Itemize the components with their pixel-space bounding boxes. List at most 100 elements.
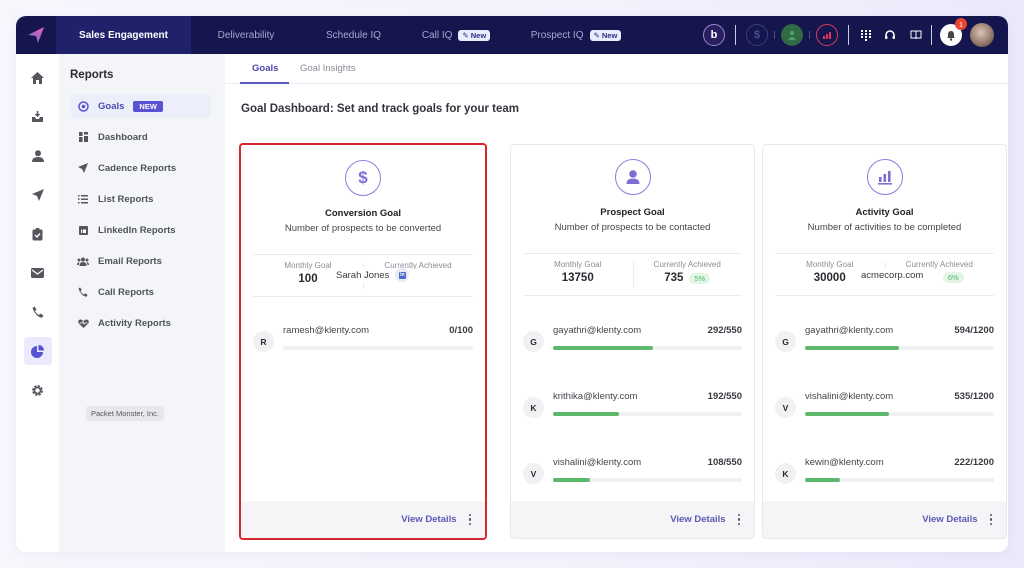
klenty-logo-icon[interactable]: [16, 16, 56, 54]
member-row[interactable]: Kkrithika@klenty.com 192/550: [523, 391, 742, 431]
tab-deliverability[interactable]: Deliverability: [191, 16, 301, 54]
sidebar-item-email-reports[interactable]: Email Reports: [71, 249, 211, 273]
member-avatar: V: [523, 463, 544, 484]
domain-tag: acmecorp.com: [858, 270, 927, 281]
goal-card-activity[interactable]: Activity Goal Number of activities to be…: [762, 144, 1007, 539]
member-row[interactable]: Vvishalini@klenty.com 108/550: [523, 457, 742, 497]
tab-goal-insights[interactable]: Goal Insights: [300, 63, 355, 74]
member-row[interactable]: Ggayathri@klenty.com 594/1200: [775, 325, 994, 365]
reports-icon[interactable]: [23, 337, 52, 365]
calls-icon[interactable]: [24, 298, 52, 326]
member-row[interactable]: Rramesh@klenty.com 0/100: [253, 325, 473, 365]
dollar-icon[interactable]: $: [746, 24, 768, 46]
progress-track: [805, 412, 994, 416]
sidebar-item-label: Cadence Reports: [98, 162, 177, 174]
tab-prospect-iq[interactable]: Prospect IQ ✎ New: [506, 16, 646, 54]
view-details-link[interactable]: View Details: [670, 514, 725, 525]
achieved-percent-badge: 6%: [942, 272, 964, 283]
goal-card-conversion[interactable]: $ Conversion Goal Number of prospects to…: [239, 143, 487, 540]
sidebar-item-dashboard[interactable]: Dashboard: [71, 125, 211, 149]
notifications-button[interactable]: 1: [940, 18, 967, 46]
sidebar-item-list-reports[interactable]: List Reports: [71, 187, 211, 211]
sidebar-item-call-reports[interactable]: Call Reports: [71, 280, 211, 304]
member-row[interactable]: Ggayathri@klenty.com 292/550: [523, 325, 742, 365]
view-details-link[interactable]: View Details: [922, 514, 977, 525]
goal-title: Prospect Goal: [600, 207, 665, 218]
cadence-icon[interactable]: [24, 181, 52, 209]
goal-stats: Monthly Goal 13750 Currently Achieved 73…: [523, 253, 742, 296]
goal-title: Conversion Goal: [324, 208, 401, 219]
inbox-icon[interactable]: [24, 103, 52, 131]
chart-icon[interactable]: [816, 24, 838, 46]
tab-call-iq[interactable]: Call IQ ✎ New: [406, 16, 506, 54]
tab-schedule-iq[interactable]: Schedule IQ: [301, 16, 406, 54]
progress-fill: [805, 346, 899, 350]
tab-label: Call IQ: [421, 29, 453, 41]
tab-label: Deliverability: [217, 29, 275, 41]
tasks-icon[interactable]: [24, 220, 52, 248]
progress-track: [553, 412, 742, 416]
sidebar-item-label: Activity Reports: [98, 317, 171, 329]
member-email: krithika@klenty.com: [553, 391, 638, 402]
member-progress-count: 292/550: [707, 325, 742, 336]
member-avatar: V: [775, 397, 796, 418]
organization-chip: Packet Monster, Inc.: [86, 406, 164, 421]
headset-icon[interactable]: [875, 29, 905, 41]
member-row[interactable]: Kkewin@klenty.com 222/1200: [775, 457, 994, 497]
achieved-value: 735: [664, 272, 684, 284]
linkedin-icon: in: [395, 268, 410, 282]
card-footer: View Details: [511, 501, 754, 538]
member-row[interactable]: Vvishalini@klenty.com 535/1200: [775, 391, 994, 431]
domain-name: acmecorp.com: [861, 270, 924, 281]
monthly-goal-value: 100: [298, 273, 318, 285]
tab-label: Prospect IQ: [530, 29, 584, 41]
divider: [774, 31, 775, 39]
goal-description: Number of prospects to be contacted: [554, 222, 711, 233]
member-avatar: K: [775, 463, 796, 484]
sidebar-item-linkedin-reports[interactable]: LinkedIn Reports: [71, 218, 211, 242]
progress-fill: [805, 478, 840, 482]
user-icon[interactable]: [781, 24, 803, 46]
member-progress-count: 222/1200: [954, 457, 994, 468]
more-options-icon[interactable]: [989, 513, 992, 526]
settings-icon[interactable]: [24, 376, 52, 404]
more-options-icon[interactable]: [737, 513, 740, 526]
monthly-goal-label: Monthly Goal: [554, 260, 602, 269]
divider: [931, 25, 932, 45]
sidebar-item-activity-reports[interactable]: Activity Reports: [71, 311, 211, 335]
new-badge: NEW: [133, 100, 163, 112]
page-title: Goal Dashboard: Set and track goals for …: [241, 103, 519, 115]
email-icon[interactable]: [24, 259, 52, 287]
avatar[interactable]: [970, 23, 994, 47]
active-tab-indicator: [240, 82, 289, 84]
user-icon: [614, 159, 651, 195]
progress-fill: [553, 478, 591, 482]
member-email: gayathri@klenty.com: [805, 325, 894, 336]
playbook-icon[interactable]: b: [703, 24, 725, 46]
monthly-goal-label: Monthly Goal: [806, 260, 854, 269]
more-options-icon[interactable]: [468, 513, 471, 526]
progress-track: [553, 346, 742, 350]
heartbeat-icon: [77, 318, 89, 328]
sidebar-item-goals[interactable]: Goals NEW: [71, 94, 211, 118]
goal-card-prospect[interactable]: Prospect Goal Number of prospects to be …: [510, 144, 755, 539]
divider: [809, 31, 810, 39]
book-icon[interactable]: [905, 30, 927, 40]
view-details-link[interactable]: View Details: [401, 514, 456, 525]
dollar-icon: $: [345, 160, 381, 196]
dialpad-icon[interactable]: [857, 29, 875, 41]
target-icon: [77, 100, 89, 112]
member-progress-count: 535/1200: [954, 391, 994, 402]
bell-icon: [947, 30, 955, 41]
bar-chart-icon: [866, 159, 903, 195]
sidebar-item-cadence-reports[interactable]: Cadence Reports: [71, 156, 211, 180]
sidebar-item-label: Goals: [98, 100, 125, 112]
tab-sales-engagement[interactable]: Sales Engagement: [56, 16, 191, 54]
prospects-icon[interactable]: [24, 142, 52, 170]
dashboard-icon: [77, 132, 89, 142]
phone-icon: [77, 287, 89, 297]
new-pill: ✎ New: [458, 29, 491, 41]
tab-goals[interactable]: Goals: [252, 63, 278, 74]
home-icon[interactable]: [24, 64, 52, 92]
tab-label: Sales Engagement: [79, 29, 168, 41]
